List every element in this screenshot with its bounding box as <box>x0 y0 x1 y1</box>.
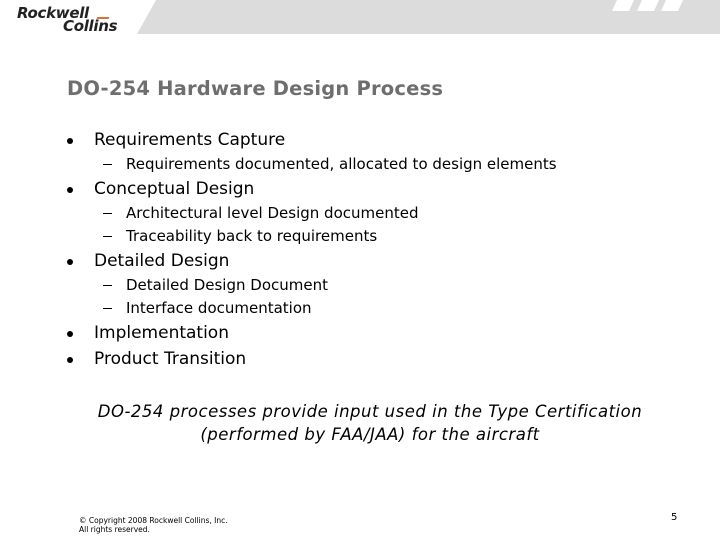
dash-icon <box>103 236 112 237</box>
sub-item: Architectural level Design documented <box>126 204 419 222</box>
bullet-item: Implementation <box>94 323 229 343</box>
copyright-line-1: © Copyright 2008 Rockwell Collins, Inc. <box>79 516 228 525</box>
sub-item: Detailed Design Document <box>126 276 328 294</box>
page-number: 5 <box>671 512 678 523</box>
company-logo: Rockwell Collins <box>17 4 132 36</box>
copyright-notice: © Copyright 2008 Rockwell Collins, Inc. … <box>79 516 228 534</box>
bullet-item: Conceptual Design <box>94 179 255 199</box>
sub-item: Traceability back to requirements <box>126 227 378 245</box>
bullet-icon <box>67 357 73 363</box>
bullet-item: Product Transition <box>94 349 247 369</box>
logo-line-2: Collins <box>63 17 118 35</box>
dash-icon <box>103 164 112 165</box>
note-line-1: DO-254 processes provide input used in t… <box>97 402 643 421</box>
certification-note: DO-254 processes provide input used in t… <box>70 400 670 446</box>
dash-icon <box>103 308 112 309</box>
note-line-2: (performed by FAA/JAA) for the aircraft <box>200 425 540 444</box>
header-band <box>137 0 720 34</box>
bullet-icon <box>67 259 73 265</box>
dash-icon <box>103 213 112 214</box>
bullet-icon <box>67 138 73 144</box>
bullet-icon <box>67 331 73 337</box>
sub-item: Requirements documented, allocated to de… <box>126 155 557 173</box>
sub-item: Interface documentation <box>126 299 312 317</box>
bullet-item: Detailed Design <box>94 251 230 271</box>
slide-title: DO-254 Hardware Design Process <box>67 77 444 100</box>
bullet-item: Requirements Capture <box>94 130 286 150</box>
bullet-icon <box>67 187 73 193</box>
copyright-line-2: All rights reserved. <box>79 525 150 534</box>
dash-icon <box>103 285 112 286</box>
